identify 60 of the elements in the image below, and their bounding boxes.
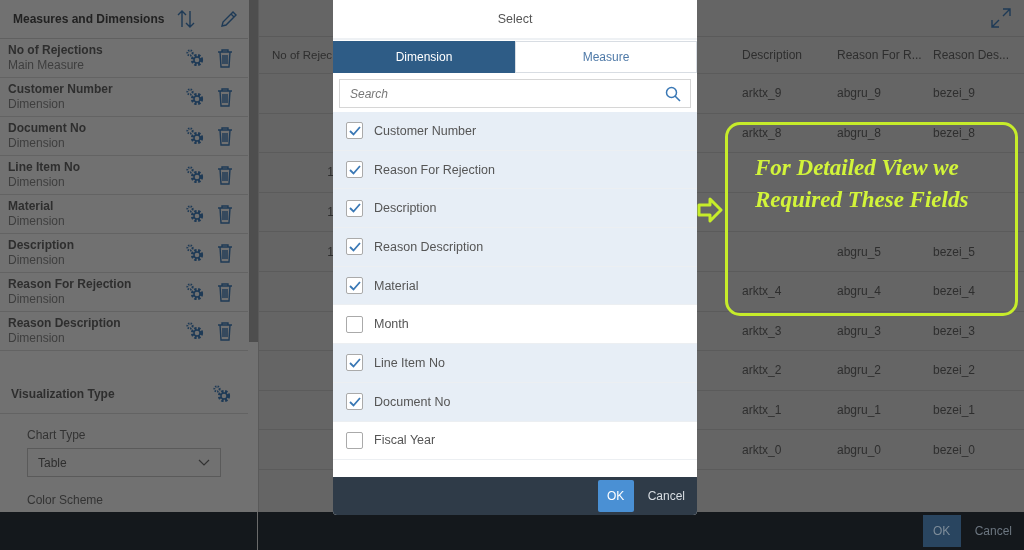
checkbox[interactable] <box>346 122 363 140</box>
scrollbar[interactable] <box>249 0 258 342</box>
checkbox[interactable] <box>346 199 363 217</box>
annotation-text: For Detailed View we Required These Fields <box>755 154 970 214</box>
panel-title: Measures and Dimensions <box>13 12 166 26</box>
checkbox[interactable] <box>346 354 363 372</box>
field-name: Description <box>8 238 75 253</box>
list-item[interactable]: Description <box>333 189 697 229</box>
checkbox[interactable] <box>346 393 363 411</box>
field-name: Reason For Rejection <box>8 277 133 292</box>
trash-icon[interactable] <box>217 48 233 68</box>
trash-icon[interactable] <box>217 126 233 146</box>
trash-icon[interactable] <box>217 243 233 263</box>
footer-button[interactable]: Cancel <box>968 515 1018 547</box>
gears-icon[interactable] <box>212 384 232 404</box>
search-field[interactable]: Search <box>339 79 691 108</box>
sort-icon[interactable] <box>177 9 195 29</box>
list-item[interactable]: Document No <box>333 382 697 422</box>
dialog-title: Select <box>497 12 533 26</box>
field-name: Line Item No <box>8 160 81 175</box>
tab[interactable]: Dimension <box>333 41 515 73</box>
checkbox[interactable] <box>346 431 363 449</box>
expand-icon[interactable] <box>991 8 1011 28</box>
search-icon[interactable] <box>665 86 681 102</box>
field-name: Material <box>8 199 55 214</box>
checkbox[interactable] <box>346 161 363 179</box>
gears-icon[interactable] <box>185 204 205 224</box>
dialog-button[interactable]: Cancel <box>641 480 691 512</box>
checkbox[interactable] <box>346 277 363 295</box>
gears-icon[interactable] <box>185 282 205 302</box>
trash-icon[interactable] <box>217 165 233 185</box>
field-name: Document No <box>8 121 87 136</box>
trash-icon[interactable] <box>217 87 233 107</box>
tab[interactable]: Measure <box>515 41 697 73</box>
list-item[interactable]: Customer Number <box>333 112 697 151</box>
gears-icon[interactable] <box>185 48 205 68</box>
checkbox[interactable] <box>346 315 363 333</box>
pencil-icon[interactable] <box>220 10 238 28</box>
field-label: Color Scheme <box>27 493 105 507</box>
list-item[interactable]: Reason For Rejection <box>333 150 697 190</box>
list-item[interactable]: Material <box>333 266 697 306</box>
list-item[interactable]: Reason Description <box>333 228 697 267</box>
field-name: No of Rejections <box>8 43 104 58</box>
section-title: Visualization Type <box>11 387 116 401</box>
checkbox[interactable] <box>346 238 363 256</box>
trash-icon[interactable] <box>217 204 233 224</box>
gears-icon[interactable] <box>185 126 205 146</box>
arrow-icon <box>697 197 723 223</box>
gears-icon[interactable] <box>185 87 205 107</box>
field-name: Customer Number <box>8 82 114 97</box>
gears-icon[interactable] <box>185 243 205 263</box>
list-item[interactable]: Line Item No <box>333 344 697 383</box>
gears-icon[interactable] <box>185 321 205 341</box>
dialog-button[interactable]: OK <box>597 480 634 512</box>
field-name: Reason Description <box>8 316 122 331</box>
chevron-icon <box>198 458 210 467</box>
field-label: Chart Type <box>27 428 87 442</box>
trash-icon[interactable] <box>217 321 233 341</box>
trash-icon[interactable] <box>217 282 233 302</box>
gears-icon[interactable] <box>185 165 205 185</box>
